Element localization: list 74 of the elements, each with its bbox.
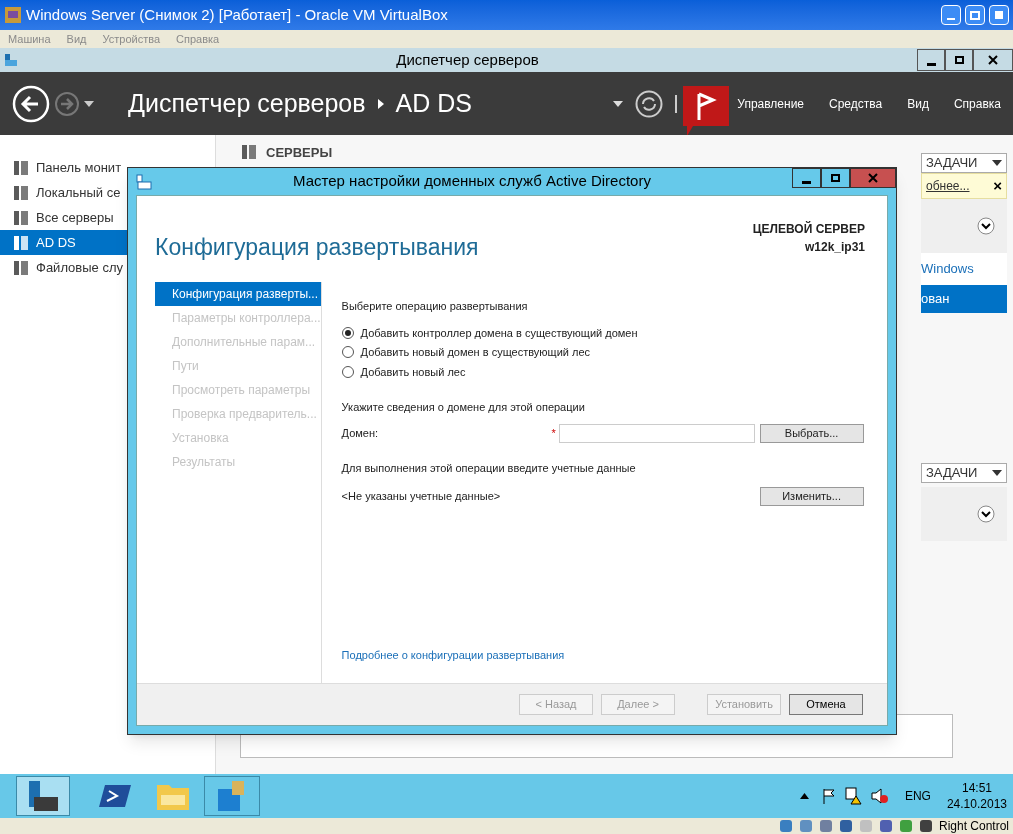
radio-button[interactable] xyxy=(341,346,354,359)
taskbar-button[interactable] xyxy=(16,776,70,816)
clock[interactable]: 14:51 24.10.2013 xyxy=(946,780,1007,812)
server-icon xyxy=(12,158,30,177)
radio-label[interactable]: Добавить контроллер домена в существующий домен xyxy=(360,324,638,341)
back-icon[interactable] xyxy=(12,84,50,123)
radio-label[interactable]: Добавить новый лес xyxy=(360,363,466,380)
close-icon xyxy=(988,55,998,65)
change-button[interactable]: Изменить... xyxy=(759,487,864,506)
wizard-button[interactable]: Отмена xyxy=(789,694,863,715)
table-row[interactable]: ован xyxy=(921,285,1007,313)
server-icon xyxy=(240,143,258,161)
section-label: Выберите операцию развертывания xyxy=(341,299,529,314)
sidebar-item[interactable]: Локальный се xyxy=(0,180,215,205)
flag-icon[interactable] xyxy=(820,788,837,804)
server-icon xyxy=(12,183,30,202)
server-icon xyxy=(12,208,30,227)
network-warning-icon[interactable] xyxy=(844,787,863,805)
menu-item[interactable]: Средства xyxy=(829,94,883,113)
menu-item[interactable]: Управление xyxy=(737,94,805,113)
help-link[interactable]: Подробнее о конфигурации развертывания xyxy=(341,646,864,663)
wizard-icon xyxy=(136,173,152,190)
radio-button[interactable] xyxy=(341,326,354,339)
app-icon xyxy=(4,53,18,67)
tasks-button[interactable]: ЗАДАЧИ xyxy=(921,463,1007,483)
credentials-text: <Не указаны учетные данные> xyxy=(341,489,501,505)
server-icon xyxy=(12,258,30,277)
menu-item[interactable]: Справка xyxy=(953,94,1001,113)
language-indicator[interactable]: ENG xyxy=(904,787,931,805)
domain-field[interactable] xyxy=(558,423,755,443)
notice-link[interactable]: обнее... xyxy=(926,177,970,195)
expand-icon[interactable] xyxy=(977,217,995,235)
status-icon[interactable] xyxy=(918,819,933,833)
app-icon xyxy=(4,6,22,24)
breadcrumb-item[interactable]: Диспетчер серверов xyxy=(128,84,366,123)
section-label: Для выполнения этой операции введите учетные данные xyxy=(341,460,637,476)
menu-item[interactable]: Вид xyxy=(907,94,929,113)
window-title: Windows Server (Снимок 2) [Работает] - Oracle VM VirtualBox xyxy=(26,4,449,25)
select-button[interactable]: Выбрать... xyxy=(759,423,864,443)
close-button[interactable] xyxy=(973,49,1013,71)
close-icon[interactable]: × xyxy=(993,174,1002,198)
flag-icon[interactable] xyxy=(683,85,730,136)
close-icon xyxy=(868,173,878,183)
host-key-label: Right Control xyxy=(938,818,1009,834)
expand-icon[interactable] xyxy=(977,505,995,523)
refresh-icon[interactable] xyxy=(635,89,664,118)
server-manager-icon xyxy=(26,779,60,813)
caret-icon[interactable] xyxy=(84,99,94,108)
minimize-button[interactable] xyxy=(917,49,945,71)
dialog-title: Мастер настройки доменных служб Active Directory xyxy=(292,171,652,192)
tasks-button[interactable]: ЗАДАЧИ xyxy=(921,153,1007,173)
separator-icon xyxy=(377,98,384,109)
sidebar-item[interactable]: Все серверы xyxy=(0,205,215,230)
field-label: Домен: xyxy=(341,425,380,441)
terminal-icon xyxy=(99,783,131,809)
caret-icon[interactable] xyxy=(613,99,624,108)
status-icon[interactable] xyxy=(878,819,893,833)
caret-icon[interactable] xyxy=(799,793,809,799)
window-title: Диспетчер серверов xyxy=(395,49,540,70)
wizard-step[interactable]: Конфигурация разверты... xyxy=(155,282,321,306)
target-server-label: ЦЕЛЕВОЙ СЕРВЕР xyxy=(752,220,865,238)
required-mark: * xyxy=(551,425,557,441)
server-icon xyxy=(12,233,30,252)
restore-button[interactable] xyxy=(945,49,973,71)
radio-label[interactable]: Добавить новый домен в существующий лес xyxy=(360,344,591,361)
target-server-name: w12k_ip31 xyxy=(804,239,865,256)
minimize-button[interactable] xyxy=(792,168,821,188)
speaker-muted-icon[interactable] xyxy=(870,788,889,804)
status-icon[interactable] xyxy=(838,819,853,833)
sidebar-item[interactable]: Панель монит xyxy=(0,155,215,180)
radio-button[interactable] xyxy=(341,365,354,378)
section-label: Укажите сведения о домене для этой операции xyxy=(341,400,586,415)
breadcrumb-item[interactable]: AD DS xyxy=(395,84,472,123)
section-title: СЕРВЕРЫ xyxy=(266,144,333,162)
